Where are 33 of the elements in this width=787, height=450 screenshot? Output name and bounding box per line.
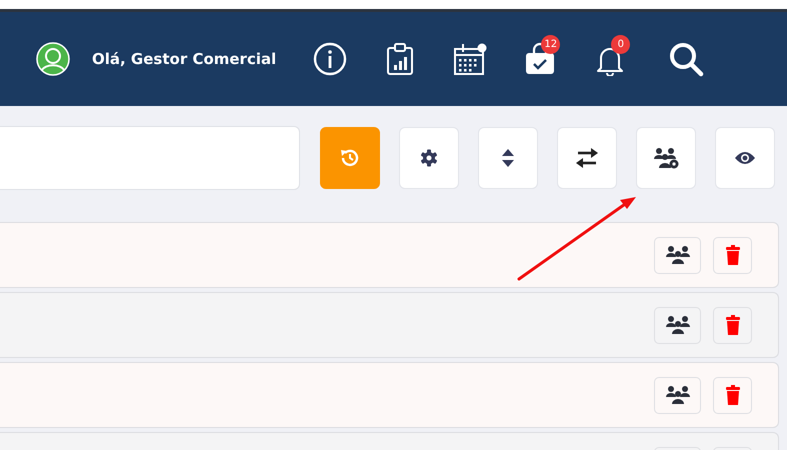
members-button[interactable]: [654, 376, 701, 414]
delete-button[interactable]: [713, 236, 752, 274]
sort-icon: [501, 148, 515, 168]
info-icon: [313, 42, 348, 76]
settings-icon: [419, 148, 439, 168]
history-icon: [339, 147, 361, 169]
trash-icon: [724, 385, 740, 405]
members-button[interactable]: [654, 306, 701, 344]
bell-button[interactable]: 0: [590, 35, 630, 83]
members-button[interactable]: [654, 236, 701, 274]
eye-button[interactable]: [715, 127, 775, 189]
group-icon: [664, 385, 690, 405]
group-icon: [664, 315, 690, 335]
settings-button[interactable]: [399, 127, 459, 189]
search-icon: [668, 41, 704, 77]
group-icon: [664, 245, 690, 265]
delete-button[interactable]: [713, 376, 752, 414]
sort-button[interactable]: [478, 127, 538, 189]
search-field[interactable]: [0, 126, 300, 190]
count-badge: 0: [611, 35, 630, 54]
avatar-icon[interactable]: [36, 42, 70, 76]
delete-button[interactable]: [713, 306, 752, 344]
trash-icon: [724, 315, 740, 335]
group-gear-icon: [652, 147, 680, 169]
greeting-text: Olá, Gestor Comercial: [92, 48, 276, 70]
count-badge: 12: [541, 35, 560, 54]
group-gear-button[interactable]: [636, 127, 696, 189]
trash-icon: [724, 245, 740, 265]
bag-check-button[interactable]: 12: [520, 35, 560, 83]
calendar-icon: [452, 42, 488, 76]
eye-icon: [734, 150, 756, 166]
swap-arrows-button[interactable]: [557, 127, 617, 189]
swap-arrows-icon: [575, 147, 599, 169]
